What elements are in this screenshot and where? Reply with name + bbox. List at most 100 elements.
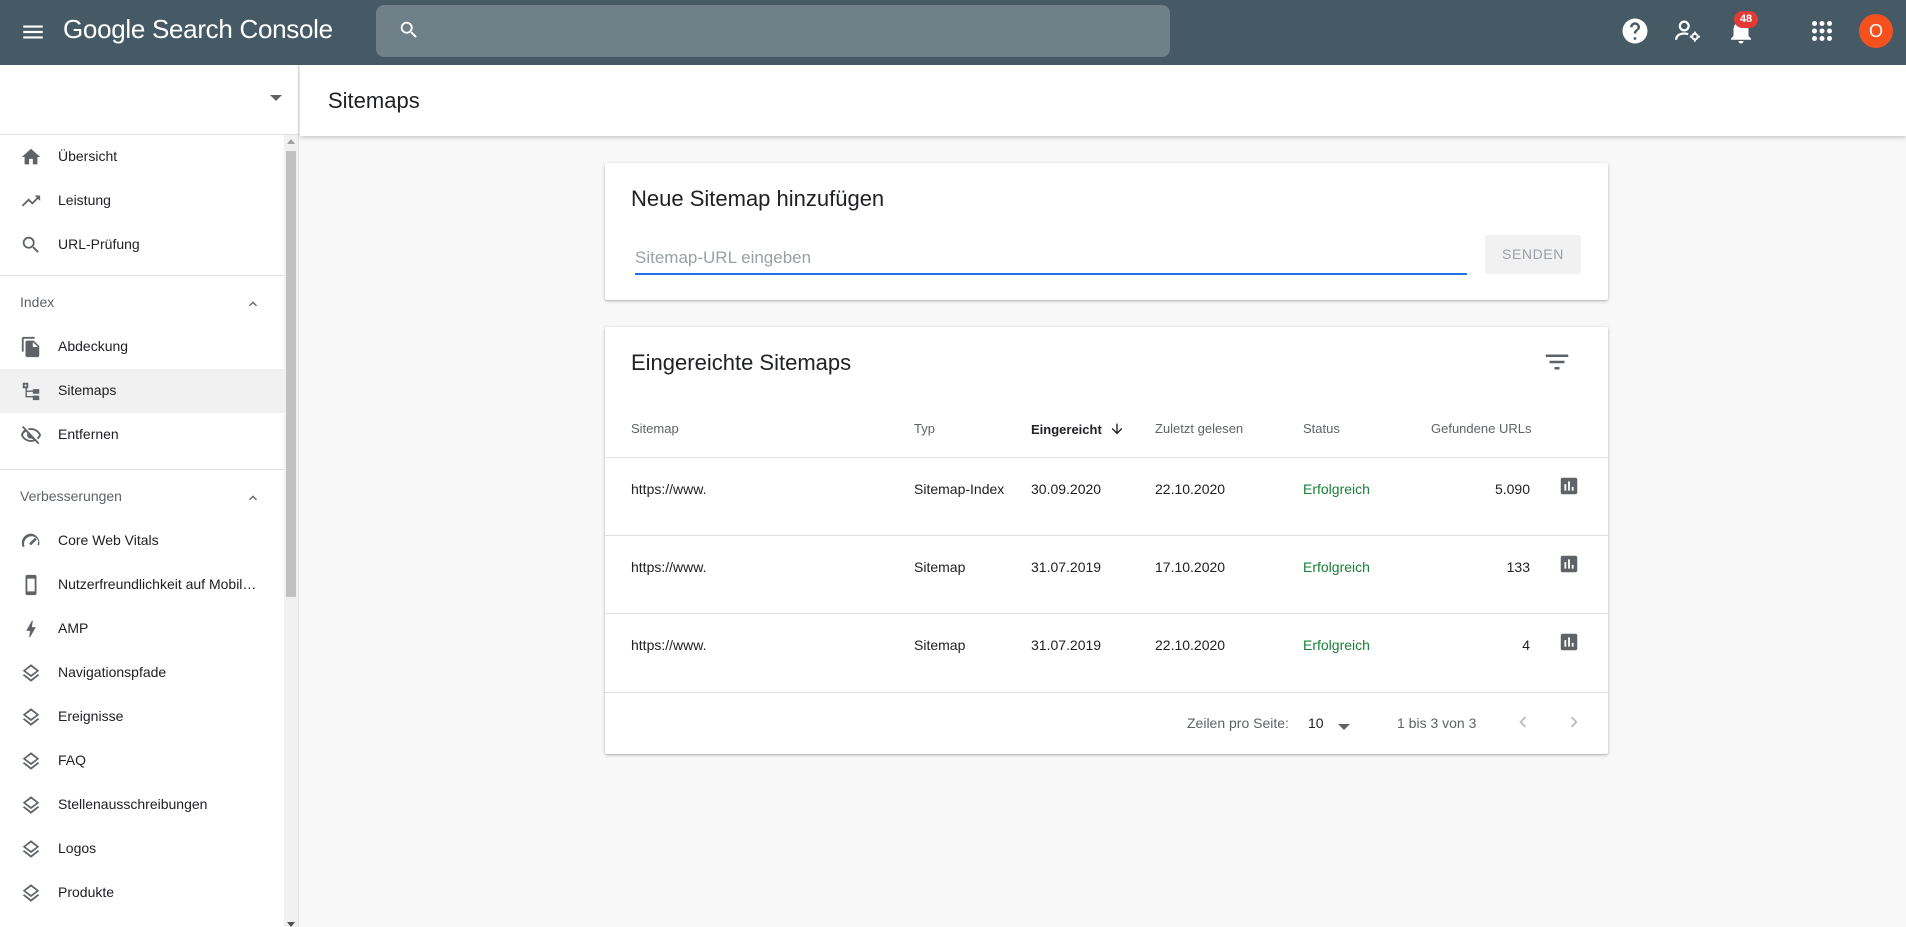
sidebar-item-label: Entfernen xyxy=(58,426,119,442)
sidebar-item-events[interactable]: Ereignisse xyxy=(0,695,284,739)
chevron-left-icon[interactable] xyxy=(1512,711,1534,733)
apps-grid-icon[interactable] xyxy=(1807,16,1837,46)
sidebar-item-label: FAQ xyxy=(58,752,87,768)
last-read-cell: 22.10.2020 xyxy=(1155,481,1226,497)
search-bar[interactable] xyxy=(376,5,1170,57)
sidebar-item-label: Core Web Vitals xyxy=(58,532,159,548)
sidebar-item-url-inspection[interactable]: URL-Prüfung xyxy=(0,223,284,267)
sidebar-item-sitemaps[interactable]: Sitemaps xyxy=(0,369,284,413)
type-cell: Sitemap-Index xyxy=(914,481,1005,497)
found-urls-cell: 5.090 xyxy=(1494,481,1530,497)
page-title: Sitemaps xyxy=(328,88,420,113)
lightning-icon xyxy=(20,618,42,640)
submitted-sitemaps-title: Eingereichte Sitemaps xyxy=(631,350,852,375)
scroll-up-arrow-icon[interactable] xyxy=(287,139,295,144)
sidebar-nav: Übersicht Leistung URL-Prüfung Index Abd… xyxy=(0,135,284,927)
column-header-type[interactable]: Typ xyxy=(914,421,935,436)
manage-users-icon[interactable] xyxy=(1673,16,1703,46)
sidebar-item-label: Nutzerfreundlichkeit auf Mobilgeräten xyxy=(58,576,258,592)
last-read-cell: 17.10.2020 xyxy=(1155,559,1226,575)
search-icon[interactable] xyxy=(398,19,420,46)
sidebar-item-performance[interactable]: Leistung xyxy=(0,179,284,223)
bar-chart-icon[interactable] xyxy=(1558,631,1580,653)
layers-icon xyxy=(20,706,42,728)
layers-icon xyxy=(20,882,42,904)
page-header: Sitemaps xyxy=(300,65,1906,136)
sidebar-item-label: Sitemaps xyxy=(58,382,117,398)
property-selector[interactable] xyxy=(0,65,298,135)
table-row[interactable]: https://www. Sitemap 31.07.2019 22.10.20… xyxy=(605,613,1608,691)
column-header-status[interactable]: Status xyxy=(1303,421,1340,436)
chevron-down-icon[interactable] xyxy=(1338,724,1350,730)
table-pagination: Zeilen pro Seite: 10 1 bis 3 von 3 xyxy=(605,692,1608,754)
sidebar-item-amp[interactable]: AMP xyxy=(0,607,284,651)
help-icon[interactable] xyxy=(1620,16,1650,46)
search-icon xyxy=(20,234,42,256)
sitemap-url-input[interactable] xyxy=(635,243,1467,275)
sidebar-divider xyxy=(0,469,284,470)
sidebar-scrollbar[interactable] xyxy=(284,135,298,927)
add-sitemap-card: Neue Sitemap hinzufügen SENDEN xyxy=(605,163,1608,300)
table-row[interactable]: https://www. Sitemap-Index 30.09.2020 22… xyxy=(605,457,1608,535)
sidebar-item-label: Ereignisse xyxy=(58,708,124,724)
home-icon xyxy=(20,146,42,168)
scrollbar-thumb[interactable] xyxy=(286,151,296,597)
speedometer-icon xyxy=(20,530,42,552)
arrow-down-icon xyxy=(1109,421,1125,440)
layers-icon xyxy=(20,662,42,684)
page-range-text: 1 bis 3 von 3 xyxy=(1397,715,1477,731)
last-read-cell: 22.10.2020 xyxy=(1155,637,1226,653)
menu-icon[interactable] xyxy=(20,19,46,45)
found-urls-cell: 4 xyxy=(1522,637,1530,653)
found-urls-cell: 133 xyxy=(1506,559,1530,575)
column-header-submitted[interactable]: Eingereicht xyxy=(1031,421,1125,440)
file-copy-icon xyxy=(20,336,42,358)
rows-per-page-select[interactable]: 10 xyxy=(1308,715,1324,731)
sidebar-item-removals[interactable]: Entfernen xyxy=(0,413,284,457)
type-cell: Sitemap xyxy=(914,559,966,575)
table-row[interactable]: https://www. Sitemap 31.07.2019 17.10.20… xyxy=(605,535,1608,613)
top-app-bar: Google Search Console 48 O xyxy=(0,0,1906,65)
section-label: Verbesserungen xyxy=(20,488,122,504)
visibility-off-icon xyxy=(20,424,42,446)
sidebar-item-coverage[interactable]: Abdeckung xyxy=(0,325,284,369)
sidebar-divider xyxy=(0,275,284,276)
sidebar-item-logos[interactable]: Logos xyxy=(0,827,284,871)
column-header-last-read[interactable]: Zuletzt gelesen xyxy=(1155,421,1243,436)
sidebar-item-label: Produkte xyxy=(58,884,115,900)
scroll-down-arrow-icon[interactable] xyxy=(287,922,295,927)
app-logo[interactable]: Google Search Console xyxy=(63,14,333,45)
column-header-sitemap[interactable]: Sitemap xyxy=(631,421,679,436)
sidebar-item-job-postings[interactable]: Stellenausschreibungen xyxy=(0,783,284,827)
sidebar-item-mobile-usability[interactable]: Nutzerfreundlichkeit auf Mobilgeräten xyxy=(0,563,284,607)
submit-button[interactable]: SENDEN xyxy=(1485,235,1581,274)
sidebar-item-core-web-vitals[interactable]: Core Web Vitals xyxy=(0,519,284,563)
chevron-right-icon[interactable] xyxy=(1563,711,1585,733)
rows-per-page-label: Zeilen pro Seite: xyxy=(1187,715,1289,731)
submitted-date-cell: 30.09.2020 xyxy=(1031,481,1102,497)
submitted-date-cell: 31.07.2019 xyxy=(1031,559,1102,575)
sidebar-item-products[interactable]: Produkte xyxy=(0,871,284,915)
chevron-up-icon[interactable] xyxy=(245,490,261,511)
sidebar-item-faq[interactable]: FAQ xyxy=(0,739,284,783)
chevron-down-icon[interactable] xyxy=(270,95,282,101)
section-header-enhancements[interactable]: Verbesserungen xyxy=(0,475,284,519)
bar-chart-icon[interactable] xyxy=(1558,553,1580,575)
sitemap-url-cell[interactable]: https://www. xyxy=(631,637,706,653)
section-label: Index xyxy=(20,294,55,310)
chevron-up-icon[interactable] xyxy=(245,296,261,317)
filter-icon[interactable] xyxy=(1542,347,1572,377)
section-header-index[interactable]: Index xyxy=(0,281,284,325)
sidebar-item-label: Stellenausschreibungen xyxy=(58,796,208,812)
sidebar-item-label: URL-Prüfung xyxy=(58,236,140,252)
status-cell: Erfolgreich xyxy=(1303,481,1370,497)
sidebar-item-breadcrumbs[interactable]: Navigationspfade xyxy=(0,651,284,695)
notification-count-badge: 48 xyxy=(1734,11,1758,28)
sitemap-url-cell[interactable]: https://www. xyxy=(631,559,706,575)
column-header-found-urls[interactable]: Gefundene URLs xyxy=(1431,421,1531,436)
sidebar-item-label: Übersicht xyxy=(58,148,118,164)
sitemap-url-cell[interactable]: https://www. xyxy=(631,481,706,497)
sidebar-item-overview[interactable]: Übersicht xyxy=(0,135,284,179)
account-avatar[interactable]: O xyxy=(1859,14,1893,48)
bar-chart-icon[interactable] xyxy=(1558,475,1580,497)
